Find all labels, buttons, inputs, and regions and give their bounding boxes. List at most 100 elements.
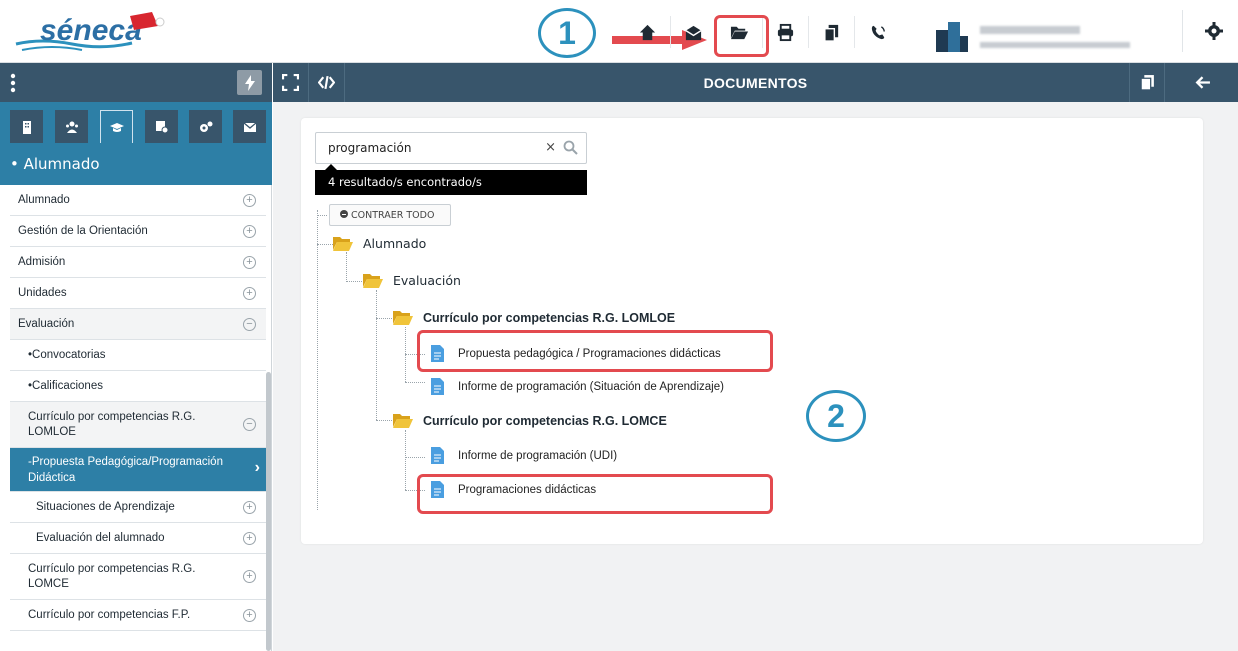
tab-titulos[interactable]	[145, 110, 178, 143]
back-button[interactable]	[1166, 63, 1238, 102]
tree-node-evaluacion[interactable]: Evaluación	[363, 273, 461, 288]
search-results-tooltip: 4 resultado/s encontrado/s	[315, 164, 587, 195]
expand-icon[interactable]: +	[243, 501, 256, 514]
expand-icon[interactable]: +	[243, 194, 256, 207]
sidebar-item-propuesta-pedagogica[interactable]: -Propuesta Pedagógica/Programación Didác…	[10, 448, 266, 492]
tree-connector	[376, 290, 377, 420]
sidebar-item-label: Gestión de la Orientación	[18, 225, 148, 237]
tree-node-lomloe[interactable]: Currículo por competencias R.G. LOMLOE	[393, 310, 675, 325]
sidebar-item-admision[interactable]: Admisión +	[10, 247, 266, 278]
chevron-right-icon: ›	[254, 459, 260, 476]
sidebar-item-label: Alumnado	[18, 194, 70, 206]
collapse-icon[interactable]: −	[243, 318, 256, 331]
expand-icon[interactable]: +	[243, 609, 256, 622]
clear-icon[interactable]: ×	[545, 140, 556, 155]
collapse-all-button[interactable]: CONTRAER TODO	[329, 204, 451, 226]
tab-alumnado[interactable]	[100, 110, 133, 143]
document-icon	[431, 447, 444, 464]
sidebar-item-evaluacion[interactable]: Evaluación −	[10, 309, 266, 340]
tree-connector	[405, 457, 425, 458]
svg-text:séneca: séneca	[40, 14, 142, 47]
phone-icon	[871, 25, 885, 39]
tree-connector	[376, 420, 392, 421]
search-icon[interactable]	[563, 140, 578, 155]
sidebar-item-orientacion[interactable]: Gestión de la Orientación +	[10, 216, 266, 247]
expand-icon[interactable]: +	[243, 287, 256, 300]
sidebar-item-label: Currículo por competencias R.G. LOMLOE	[28, 411, 196, 438]
print-button[interactable]	[763, 16, 809, 48]
folder-open-icon	[363, 274, 383, 288]
minus-circle-icon	[340, 210, 348, 218]
sidebar-item-label: Currículo por competencias R.G. LOMCE	[28, 563, 196, 590]
phone-button[interactable]	[855, 16, 901, 48]
tree-connector	[376, 318, 392, 319]
sidebar-item-lomce[interactable]: Currículo por competencias R.G. LOMCE +	[10, 554, 266, 600]
expand-icon[interactable]: +	[243, 256, 256, 269]
certificate-icon	[155, 120, 168, 133]
tab-centro[interactable]	[10, 110, 43, 143]
tree-connector	[346, 252, 347, 282]
home-icon	[639, 24, 656, 40]
tree-connector	[405, 382, 425, 383]
sidebar-tabs	[0, 102, 272, 143]
sidebar-item-label: Admisión	[18, 256, 66, 268]
section-title: • Alumnado	[0, 143, 272, 185]
graduation-cap-icon	[109, 123, 124, 132]
content-area: programación × 4 resultado/s encontrado/…	[273, 102, 1238, 651]
sidebar-scrollbar[interactable]	[266, 372, 271, 651]
collapse-icon[interactable]: −	[243, 418, 256, 431]
document-label: Informe de programación (UDI)	[458, 449, 618, 462]
tree-connector	[346, 281, 362, 282]
expand-icon[interactable]: +	[243, 532, 256, 545]
tree-connector	[317, 215, 327, 216]
programaciones-highlight	[417, 474, 773, 514]
copy-document-button[interactable]	[1129, 63, 1165, 102]
sidebar-item-fp[interactable]: Currículo por competencias F.P. +	[10, 600, 266, 631]
sidebar-header	[0, 63, 272, 102]
seneca-logo[interactable]: séneca	[12, 10, 172, 54]
annotation-marker-1: 1	[538, 8, 596, 58]
home-button[interactable]	[625, 16, 671, 48]
expand-icon[interactable]: +	[243, 225, 256, 238]
collapse-all-label: CONTRAER TODO	[351, 210, 435, 221]
user-avatar[interactable]	[936, 22, 972, 52]
lightning-icon	[244, 74, 255, 91]
tree-connector	[317, 210, 318, 510]
sidebar-item-label: •Convocatorias	[28, 349, 106, 361]
annotation-marker-2: 2	[806, 390, 866, 442]
mail-icon	[685, 25, 702, 40]
tree-node-label: Currículo por competencias R.G. LOMCE	[423, 413, 667, 428]
sidebar-item-alumnado[interactable]: Alumnado +	[10, 185, 266, 216]
sidebar-item-situaciones[interactable]: Situaciones de Aprendizaje +	[10, 492, 266, 523]
arrow-left-icon	[1195, 76, 1210, 89]
kebab-icon[interactable]	[10, 73, 16, 93]
search-input[interactable]: programación	[328, 141, 411, 155]
tree-connector	[317, 244, 333, 245]
copy-button[interactable]	[809, 16, 855, 48]
sidebar-item-calificaciones[interactable]: •Calificaciones	[10, 371, 266, 402]
copy-icon	[824, 24, 839, 42]
sidebar: • Alumnado Alumnado + Gestión de la Orie…	[0, 102, 272, 651]
mail-button[interactable]	[671, 16, 717, 48]
tree-node-alumnado[interactable]: Alumnado	[333, 236, 426, 251]
tab-utilidades[interactable]	[189, 110, 222, 143]
sidebar-item-label: -Propuesta Pedagógica/Programación Didác…	[28, 456, 223, 484]
expand-icon[interactable]: +	[243, 570, 256, 583]
top-bar: séneca 1	[0, 0, 1238, 63]
document-label: Informe de programación (Situación de Ap…	[458, 380, 724, 393]
sidebar-item-label: Evaluación del alumnado	[36, 532, 165, 544]
sidebar-item-evaluacion-alumnado[interactable]: Evaluación del alumnado +	[10, 523, 266, 554]
tab-personal[interactable]	[55, 110, 88, 143]
sidebar-item-unidades[interactable]: Unidades +	[10, 278, 266, 309]
document-informe-udi[interactable]: Informe de programación (UDI)	[431, 447, 617, 464]
sidebar-item-lomloe[interactable]: Currículo por competencias R.G. LOMLOE −	[10, 402, 266, 448]
gear-icon[interactable]	[1204, 21, 1224, 41]
tree-node-lomce[interactable]: Currículo por competencias R.G. LOMCE	[393, 413, 667, 428]
tree-node-label: Alumnado	[363, 236, 427, 251]
document-informe-situacion[interactable]: Informe de programación (Situación de Ap…	[431, 378, 724, 395]
tab-comunicaciones[interactable]	[233, 110, 266, 143]
search-box[interactable]: programación ×	[315, 132, 587, 164]
sidebar-item-convocatorias[interactable]: •Convocatorias	[10, 340, 266, 371]
document-icon	[431, 378, 444, 395]
quick-access-button[interactable]	[237, 70, 262, 95]
